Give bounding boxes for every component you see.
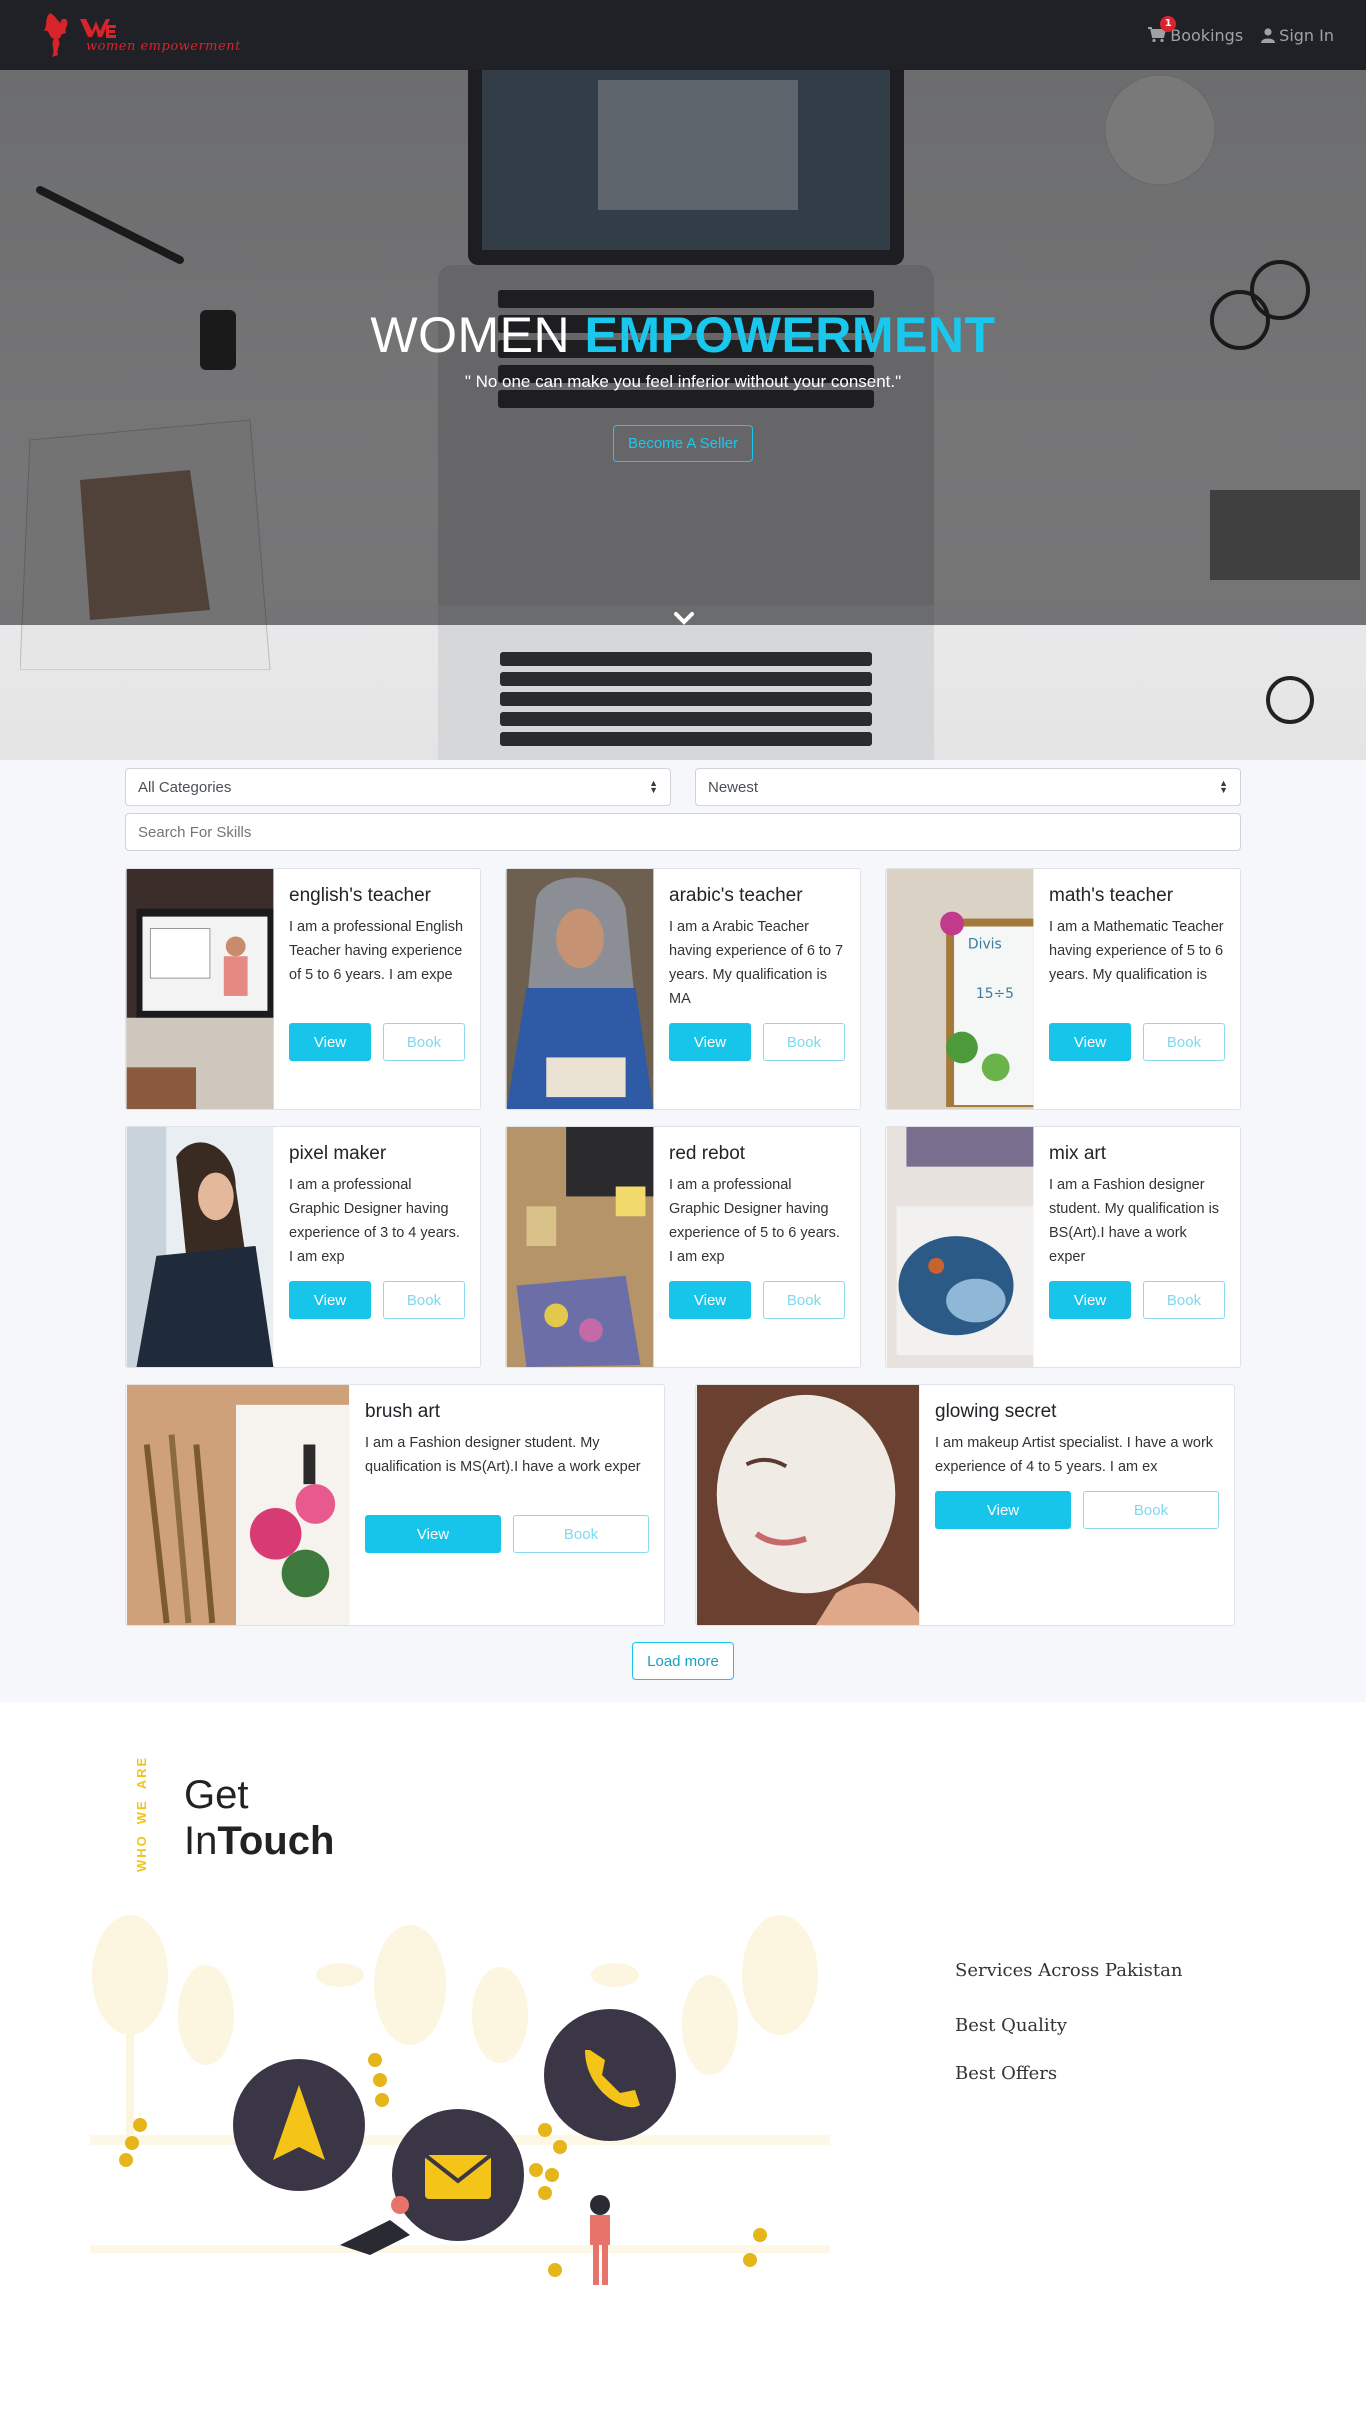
bookings-badge: 1 <box>1160 15 1177 32</box>
book-button[interactable]: Book <box>1083 1491 1219 1529</box>
search-input[interactable] <box>125 813 1241 851</box>
skill-card: english's teacher I am a professional En… <box>125 868 481 1110</box>
sort-select[interactable]: Newest ▲ ▼ <box>695 768 1241 806</box>
card-image-glowing-secret <box>696 1385 920 1625</box>
view-button[interactable]: View <box>669 1281 751 1319</box>
are-text: ARE <box>133 1755 149 1790</box>
become-seller-button[interactable]: Become A Seller <box>613 425 753 462</box>
view-button[interactable]: View <box>1049 1023 1131 1061</box>
card-description: I am a Mathematic Teacher having experie… <box>1049 919 1224 983</box>
view-button[interactable]: View <box>289 1281 371 1319</box>
card-description: I am a Arabic Teacher having experience … <box>669 919 844 1007</box>
book-button[interactable]: Book <box>763 1023 845 1061</box>
get-in-touch-title: Get InTouch <box>184 1772 334 1864</box>
book-button[interactable]: Book <box>763 1281 845 1319</box>
hero-title: WOMEN EMPOWERMENT <box>0 306 1366 364</box>
title-line-2-bold: Touch <box>217 1819 335 1863</box>
bookings-link[interactable]: 1 Bookings <box>1148 15 1244 45</box>
skill-card: arabic's teacher I am a Arabic Teacher h… <box>505 868 861 1110</box>
contact-illustration <box>90 1915 830 2285</box>
card-image-arabic-teacher <box>506 869 654 1109</box>
card-title: brush art <box>365 1401 440 1422</box>
skill-card: Divis 15÷5 math's teacher I am a Mathema… <box>885 868 1241 1110</box>
card-description: I am a professional Graphic Designer hav… <box>289 1177 460 1265</box>
category-select-value: All Categories <box>138 778 232 796</box>
skill-card: red rebot I am a professional Graphic De… <box>505 1126 861 1368</box>
card-title: glowing secret <box>935 1401 1057 1422</box>
card-image-pixel-maker <box>126 1127 274 1367</box>
svg-text:15÷5: 15÷5 <box>976 986 1014 1002</box>
contact-info-item: Services Across Pakistan <box>955 1960 1183 1981</box>
skill-card: mix art I am a Fashion designer student.… <box>885 1126 1241 1368</box>
book-button[interactable]: Book <box>1143 1023 1225 1061</box>
book-button[interactable]: Book <box>513 1515 649 1553</box>
card-title: mix art <box>1049 1143 1106 1164</box>
brand-logo[interactable]: women empowerment <box>40 7 241 63</box>
contact-info-item: Best Quality <box>955 2015 1068 2036</box>
contact-info-item: Best Offers <box>955 2063 1058 2084</box>
card-description: I am makeup Artist specialist. I have a … <box>935 1435 1214 1475</box>
card-description: I am a professional Graphic Designer hav… <box>669 1177 840 1265</box>
view-button[interactable]: View <box>365 1515 501 1553</box>
card-description: I am a professional English Teacher havi… <box>289 919 464 983</box>
card-image-math-teacher: Divis 15÷5 <box>886 869 1034 1109</box>
we-text: WE <box>133 1799 149 1825</box>
skill-card: glowing secret I am makeup Artist specia… <box>695 1384 1235 1626</box>
card-title: pixel maker <box>289 1143 387 1164</box>
hero-title-plain: WOMEN <box>370 307 585 363</box>
view-button[interactable]: View <box>1049 1281 1131 1319</box>
logo-icon <box>44 13 116 57</box>
card-image-mix-art <box>886 1127 1034 1367</box>
title-line-2-plain: In <box>184 1819 218 1863</box>
card-title: arabic's teacher <box>669 885 803 906</box>
who-text: WHO <box>133 1834 149 1872</box>
view-button[interactable]: View <box>935 1491 1071 1529</box>
card-image-brush-art <box>126 1385 350 1625</box>
book-button[interactable]: Book <box>383 1281 465 1319</box>
load-more-button[interactable]: Load more <box>632 1642 734 1680</box>
signin-link[interactable]: Sign In <box>1261 26 1334 45</box>
title-line-1: Get <box>184 1773 249 1817</box>
view-button[interactable]: View <box>289 1023 371 1061</box>
card-title: english's teacher <box>289 885 431 906</box>
signin-label: Sign In <box>1279 25 1334 45</box>
skill-card: pixel maker I am a professional Graphic … <box>125 1126 481 1368</box>
card-title: math's teacher <box>1049 885 1174 906</box>
card-image-english-teacher <box>126 869 274 1109</box>
card-description: I am a Fashion designer student. My qual… <box>1049 1177 1220 1265</box>
card-description: I am a Fashion designer student. My qual… <box>365 1435 641 1475</box>
book-button[interactable]: Book <box>1143 1281 1225 1319</box>
hero-title-accent: EMPOWERMENT <box>584 307 996 363</box>
card-image-red-rebot <box>506 1127 654 1367</box>
hero-quote: " No one can make you feel inferior with… <box>464 372 902 391</box>
skill-card: brush art I am a Fashion designer studen… <box>125 1384 665 1626</box>
select-arrows-icon: ▲ ▼ <box>1219 778 1228 795</box>
bookings-label: Bookings <box>1170 25 1244 45</box>
book-button[interactable]: Book <box>383 1023 465 1061</box>
user-icon <box>1261 27 1276 43</box>
who-we-are-label: WHO WE ARE <box>124 1756 158 1872</box>
card-title: red rebot <box>669 1143 746 1164</box>
navbar: women empowerment 1 Bookings Sign In <box>0 0 1366 70</box>
category-select[interactable]: All Categories ▲ ▼ <box>125 768 671 806</box>
view-button[interactable]: View <box>669 1023 751 1061</box>
chevron-down-icon[interactable] <box>674 608 694 628</box>
hero-section: WOMEN EMPOWERMENT " No one can make you … <box>0 70 1366 760</box>
svg-text:Divis: Divis <box>968 936 1002 952</box>
select-arrows-icon: ▲ ▼ <box>649 778 658 795</box>
sort-select-value: Newest <box>708 778 759 796</box>
